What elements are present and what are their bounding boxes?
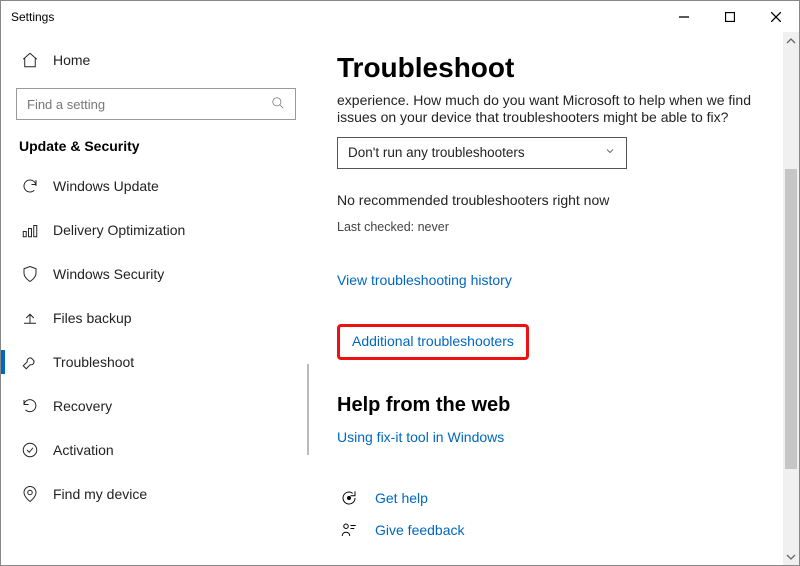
home-icon (19, 51, 41, 69)
sidebar-item-label: Find my device (53, 486, 147, 502)
nav-home-label: Home (53, 52, 90, 68)
highlight-additional-troubleshooters: Additional troubleshooters (337, 324, 529, 360)
sidebar-item-windows-security[interactable]: Windows Security (1, 252, 309, 296)
last-checked-text: Last checked: never (337, 220, 767, 234)
sidebar-item-delivery-optimization[interactable]: Delivery Optimization (1, 208, 309, 252)
link-view-history[interactable]: View troubleshooting history (337, 272, 512, 288)
settings-window: Settings Home Find a setting (0, 0, 800, 566)
troubleshoot-preference-select[interactable]: Don't run any troubleshooters (337, 137, 627, 169)
sidebar-item-label: Recovery (53, 398, 112, 414)
help-section-heading: Help from the web (337, 394, 767, 417)
optimization-icon (19, 221, 41, 239)
sidebar-item-label: Windows Security (53, 266, 164, 282)
feedback-icon (337, 521, 361, 539)
recovery-icon (19, 397, 41, 415)
search-icon (271, 96, 285, 113)
search-input[interactable]: Find a setting (16, 88, 296, 120)
sidebar-item-label: Delivery Optimization (53, 222, 185, 238)
close-button[interactable] (753, 1, 799, 32)
nav-home[interactable]: Home (1, 38, 309, 82)
no-recommended-text: No recommended troubleshooters right now (337, 191, 767, 210)
sidebar-item-label: Troubleshoot (53, 354, 134, 370)
select-value: Don't run any troubleshooters (348, 145, 525, 160)
sync-icon (19, 177, 41, 195)
search-placeholder: Find a setting (27, 97, 105, 112)
sidebar-item-find-my-device[interactable]: Find my device (1, 472, 309, 516)
sidebar-item-troubleshoot[interactable]: Troubleshoot (1, 340, 309, 384)
app-title: Settings (11, 10, 54, 24)
body-text-truncated: experience. How much do you want Microso… (337, 92, 767, 108)
content-scrollbar[interactable] (783, 32, 799, 565)
window-body: Home Find a setting Update & Security Wi… (1, 32, 799, 565)
sidebar-section-label: Update & Security (1, 130, 309, 164)
location-icon (19, 485, 41, 503)
sidebar-item-windows-update[interactable]: Windows Update (1, 164, 309, 208)
chevron-down-icon (604, 145, 616, 160)
maximize-button[interactable] (707, 1, 753, 32)
chat-icon (337, 489, 361, 507)
check-circle-icon (19, 441, 41, 459)
titlebar: Settings (1, 1, 799, 32)
shield-icon (19, 265, 41, 283)
link-get-help[interactable]: Get help (375, 490, 428, 506)
wrench-icon (19, 353, 41, 371)
backup-icon (19, 309, 41, 327)
sidebar-item-files-backup[interactable]: Files backup (1, 296, 309, 340)
sidebar-item-label: Windows Update (53, 178, 159, 194)
sidebar-item-label: Activation (53, 442, 114, 458)
sidebar-item-recovery[interactable]: Recovery (1, 384, 309, 428)
sidebar-item-activation[interactable]: Activation (1, 428, 309, 472)
scroll-down-arrow[interactable] (783, 548, 799, 565)
scroll-thumb[interactable] (785, 169, 797, 469)
sidebar: Home Find a setting Update & Security Wi… (1, 32, 309, 565)
page-title: Troubleshoot (337, 52, 767, 84)
link-give-feedback[interactable]: Give feedback (375, 522, 465, 538)
body-text: issues on your device that troubleshoote… (337, 108, 767, 127)
link-fixit-tool[interactable]: Using fix-it tool in Windows (337, 429, 504, 445)
content-area: Troubleshoot experience. How much do you… (309, 32, 799, 565)
scroll-up-arrow[interactable] (783, 32, 799, 49)
sidebar-item-label: Files backup (53, 310, 132, 326)
link-additional-troubleshooters[interactable]: Additional troubleshooters (352, 333, 514, 349)
minimize-button[interactable] (661, 1, 707, 32)
